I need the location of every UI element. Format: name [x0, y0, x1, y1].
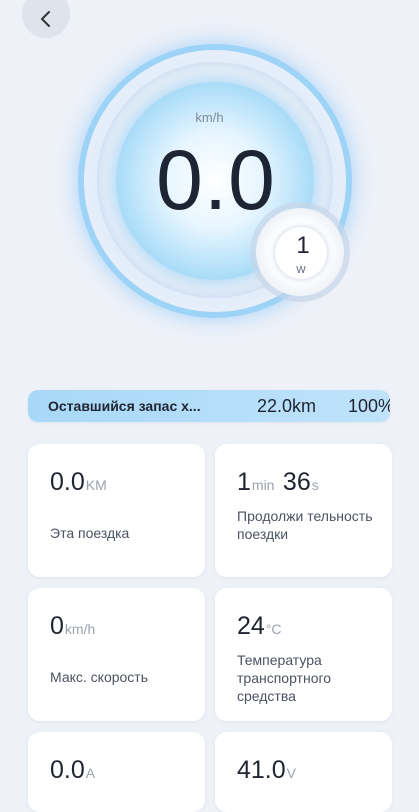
power-unit: W [296, 265, 306, 276]
battery-percent: 100% [348, 396, 390, 416]
speed-unit: km/h [195, 110, 224, 125]
back-arrow-icon [41, 11, 50, 27]
max-speed-label: Макс. скорость [50, 669, 149, 685]
stat-card-trip-duration: 1min 36s Продолжи тельность поездки [215, 444, 392, 577]
trip-distance-unit: KM [85, 477, 107, 493]
max-speed-value: 0 [50, 612, 64, 640]
stat-card-vehicle-temperature: 24°C Температура транспортного средства [215, 588, 392, 721]
temperature-value: 24 [237, 612, 265, 640]
range-label: Оставшийся запас х... [48, 398, 201, 414]
stat-card-trip-distance: 0.0KM Эта поездка [28, 444, 205, 577]
trip-distance-label: Эта поездка [50, 525, 130, 541]
voltage-value: 41.0 [237, 756, 286, 784]
power-value: 1 [296, 232, 310, 259]
temperature-label: Температура транспортного средства [237, 652, 332, 704]
duration-sec-value: 36 [282, 468, 311, 496]
trip-distance-value: 0.0 [50, 468, 85, 496]
stat-card-max-speed: 0km/h Макс. скорость [28, 588, 205, 721]
remaining-range-bar: Оставшийся запас х... 22.0km 100% [28, 390, 390, 422]
stat-card-current: 0.0A [28, 732, 205, 812]
stat-card-voltage: 41.0V [215, 732, 392, 812]
speed-value: 0.0 [156, 133, 276, 227]
voltage-unit: V [286, 765, 297, 781]
back-button[interactable] [22, 0, 70, 38]
range-distance: 22.0km [257, 396, 317, 416]
max-speed-unit: km/h [64, 621, 96, 637]
duration-sec-unit: s [311, 477, 319, 493]
current-unit: A [85, 765, 96, 781]
duration-min-value: 1 [237, 468, 251, 496]
duration-min-unit: min [251, 477, 275, 493]
temperature-unit: °C [265, 621, 282, 637]
current-value: 0.0 [50, 756, 85, 784]
trip-duration-label: Продолжи тельность поездки [237, 508, 373, 542]
